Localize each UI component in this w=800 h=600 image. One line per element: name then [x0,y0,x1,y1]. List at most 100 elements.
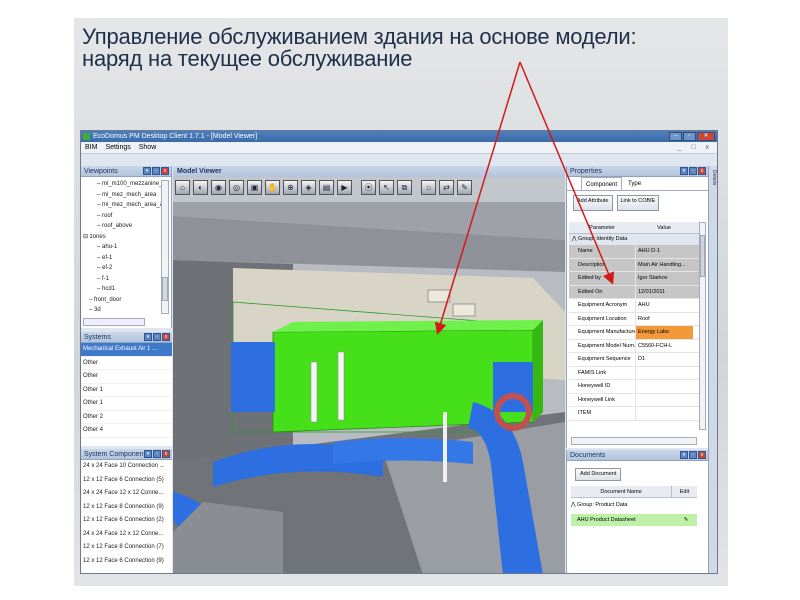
panel-float-icon[interactable]: ▫ [153,333,161,341]
sync-icon[interactable]: ⇄ [439,180,454,195]
viewpoints-scrollbar[interactable] [161,180,169,314]
viewpoint-item[interactable]: – ef-2 [81,263,171,274]
panel-pin-icon[interactable]: ▾ [144,333,152,341]
section-icon[interactable]: ▤ [319,180,334,195]
component-item[interactable]: 24 x 24 Face 10 Connection ... [81,460,172,474]
component-item[interactable]: 24 x 24 Face 12 x 12 Conne... [81,487,172,501]
panel-float-icon[interactable]: ▫ [689,167,697,175]
property-row[interactable]: Equipment Manufacturer Energy Labs [569,326,701,340]
model-viewer-tab[interactable]: Model Viewer [173,166,565,177]
edit-document-icon[interactable]: ✎ [675,514,697,526]
panel-float-icon[interactable]: ▫ [689,451,697,459]
panel-pin-icon[interactable]: ▾ [680,167,688,175]
property-row[interactable]: Edited by Igor Starkov [569,272,701,286]
viewpoints-hscrollbar[interactable] [83,318,145,326]
link-to-cobie-button[interactable]: Link to COBIE [616,195,660,211]
viewpoint-item[interactable]: – hcd1 [81,284,171,295]
viewpoint-item[interactable]: ⊟ zones [81,232,171,243]
column-parameter[interactable]: Parameter [569,222,635,233]
viewpoint-item[interactable]: – front_door [81,295,171,306]
property-value[interactable]: Igor Starkov [635,272,693,285]
property-value[interactable]: C5560-FCH-L [635,339,693,352]
system-item[interactable]: Other 4 [81,424,172,438]
center-icon[interactable]: ⦿ [361,180,376,195]
orbit-icon[interactable]: ⊕ [283,180,298,195]
viewpoint-item[interactable]: – mi_mez_mech_area_ab [81,200,171,211]
property-row[interactable]: Honeywell ID [569,380,701,394]
close-button[interactable]: ✕ [697,132,715,141]
property-value[interactable]: Main Air Handling... [635,258,693,271]
component-item[interactable]: 12 x 12 Face 6 Connection (2) [81,514,172,528]
properties-hscrollbar[interactable] [571,437,697,445]
document-name[interactable]: AHU Product Datasheet [571,514,675,526]
column-value[interactable]: Value [635,222,693,233]
walk-icon[interactable]: ▶ [337,180,352,195]
property-row[interactable]: Edited On 12/01/2011 [569,285,701,299]
viewpoint-item[interactable]: – roof [81,211,171,222]
system-item[interactable]: Other [81,357,172,370]
group-identity-data[interactable]: ⋀ Group: Identity Data [569,234,701,245]
component-item[interactable]: 12 x 12 Face 6 Connection (9) [81,555,172,569]
viewpoint-item[interactable]: – 3d [81,305,171,316]
property-value[interactable]: D1 [635,353,693,366]
component-item[interactable]: 24 x 24 Face 12 x 12 Conne... [81,528,172,542]
property-value[interactable]: Energy Labs [635,326,693,339]
viewpoint-item[interactable]: – roof_above [81,221,171,232]
property-row[interactable]: Name AHU D-1 [569,245,701,259]
property-value[interactable]: 12/01/2011 [635,285,693,298]
property-value[interactable]: AHU D-1 [635,245,693,258]
properties-scrollbar[interactable] [699,222,706,430]
viewpoint-item[interactable]: – mi_m100_mezzanine_al [81,179,171,190]
mdi-controls[interactable]: _ □ x [677,142,713,154]
property-value[interactable] [635,366,693,379]
select-icon[interactable]: ↖ [379,180,394,195]
menu-settings[interactable]: Settings [105,142,130,153]
component-item[interactable]: 12 x 12 Face 8 Connection (9) [81,501,172,515]
property-row[interactable]: Description Main Air Handling... [569,258,701,272]
panel-close-icon[interactable]: x [698,451,706,459]
column-edit[interactable]: Edit [671,486,697,497]
panel-close-icon[interactable]: x [698,167,706,175]
viewpoint-item[interactable]: – mi_mez_mech_area [81,190,171,201]
panel-pin-icon[interactable]: ▾ [680,451,688,459]
system-item[interactable]: Mechanical Exhaust Air 1 ... [81,343,172,357]
home-view-icon[interactable]: ⌂ [175,180,190,195]
group-product-data[interactable]: ⋀ Group: Product Data [571,500,627,511]
column-document-name[interactable]: Document Name [571,486,671,497]
annotate-icon[interactable]: ✎ [457,180,472,195]
panel-close-icon[interactable]: x [162,333,170,341]
component-item[interactable]: 12 x 12 Face 8 Connection (7) [81,541,172,555]
menu-bim[interactable]: BIM [85,142,97,153]
property-value[interactable] [635,380,693,393]
property-value[interactable]: Roof [635,312,693,325]
property-row[interactable]: Equipment Model Num... C5560-FCH-L [569,339,701,353]
menu-show[interactable]: Show [139,142,157,153]
tab-type[interactable]: Type [624,177,645,190]
look-icon[interactable]: ◈ [301,180,316,195]
property-value[interactable] [635,407,693,420]
property-value[interactable]: AHU [635,299,693,312]
component-item[interactable]: 12 x 12 Face 6 Connection (5) [81,474,172,488]
panel-pin-icon[interactable]: ▾ [144,450,152,458]
viewpoint-item[interactable]: – ef-1 [81,253,171,264]
window-titlebar[interactable]: EcoDomus PM Desktop Client 1.7.1 - [Mode… [81,131,717,142]
panel-float-icon[interactable]: ▫ [153,450,161,458]
viewpoint-item[interactable]: – f-1 [81,274,171,285]
tab-component[interactable]: Component [581,177,623,190]
panel-close-icon[interactable]: x [162,450,170,458]
panel-pin-icon[interactable]: ▾ [143,167,151,175]
panel-float-icon[interactable]: ▫ [152,167,160,175]
property-row[interactable]: FAMIS Link [569,366,701,380]
maximize-button[interactable]: ▫ [683,132,696,141]
property-row[interactable]: Equipment Sequence D1 [569,353,701,367]
property-value[interactable] [635,393,693,406]
select-box-icon[interactable]: ▣ [247,180,262,195]
zoom-extents-icon[interactable]: ◎ [229,180,244,195]
property-row[interactable]: Equipment Acronym AHU [569,299,701,313]
document-row[interactable]: AHU Product Datasheet ✎ [571,514,697,526]
render-mode-icon[interactable]: ◐ [193,180,208,195]
side-strip[interactable]: Details [708,166,717,573]
property-row[interactable]: Honeywell Link [569,393,701,407]
add-attribute-button[interactable]: Add Attribute [573,195,613,211]
system-item[interactable]: Other [81,370,172,384]
